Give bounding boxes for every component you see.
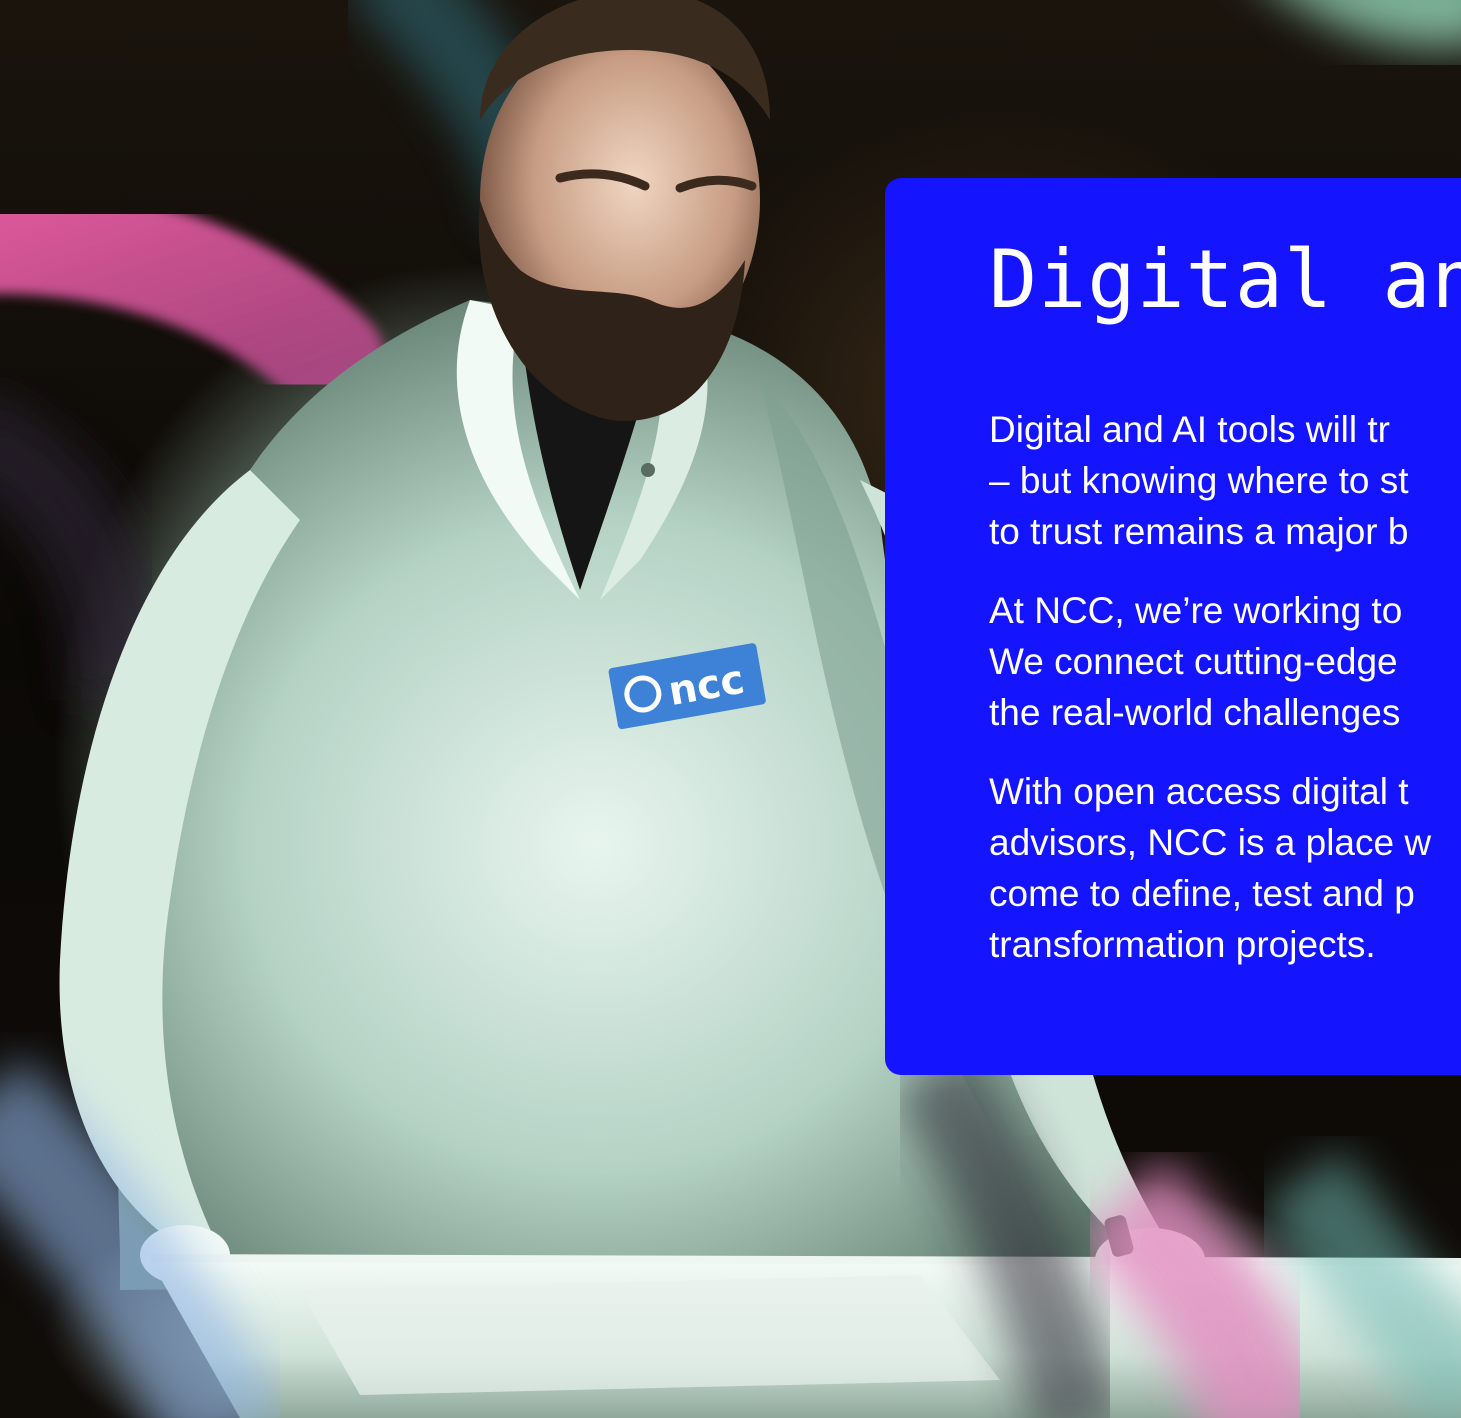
mint-swoosh-top [1292, 0, 1461, 48]
paragraph-1-line-2: – but knowing where to st [989, 460, 1409, 501]
content-card: Digital and Digital and AI tools will tr… [885, 178, 1461, 1075]
paragraph-3-line-3: come to define, test and p [989, 873, 1415, 914]
card-body: Digital and AI tools will tr – but knowi… [989, 404, 1461, 998]
pink-swoosh-left [0, 183, 385, 415]
hero-section: ncc Digital and Digital and AI tools wil… [0, 0, 1461, 1418]
paragraph-2-line-3: the real-world challenges [989, 692, 1401, 733]
paragraph-1-line-3: to trust remains a major b [989, 511, 1409, 552]
card-title: Digital and [989, 233, 1461, 326]
dark-swoosh-left [0, 398, 165, 701]
sheet-on-table [300, 1275, 1000, 1395]
paragraph-3-line-2: advisors, NCC is a place w [989, 822, 1432, 863]
paragraph-2-line-1: At NCC, we’re working to [989, 590, 1403, 631]
table-edge [149, 1254, 1461, 1266]
paragraph-3: With open access digital t advisors, NCC… [989, 766, 1461, 970]
paragraph-2-line-2: We connect cutting-edge [989, 641, 1398, 682]
paragraph-2: At NCC, we’re working to We connect cutt… [989, 585, 1461, 738]
paragraph-1: Digital and AI tools will tr – but knowi… [989, 404, 1461, 557]
paragraph-1-line-1: Digital and AI tools will tr [989, 409, 1391, 450]
paragraph-3-line-1: With open access digital t [989, 771, 1409, 812]
coat-button [641, 463, 655, 477]
paragraph-3-line-4: transformation projects. [989, 924, 1376, 965]
